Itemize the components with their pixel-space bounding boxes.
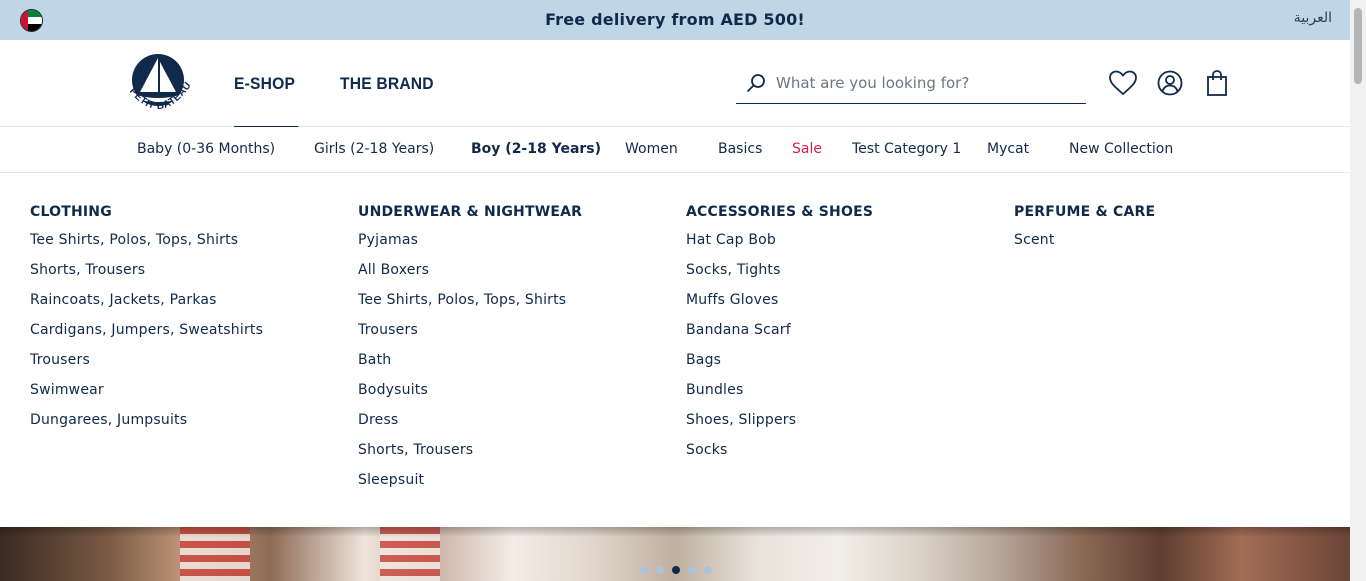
menu-link[interactable]: Dungarees, Jumpsuits	[30, 412, 263, 442]
menu-link[interactable]: Sleepsuit	[358, 472, 582, 502]
header-icons	[1106, 66, 1247, 100]
top-nav-the-brand[interactable]: THE BRAND	[340, 40, 434, 127]
category-test-category-1[interactable]: Test Category 1	[852, 141, 961, 157]
menu-link[interactable]: Socks, Tights	[686, 262, 873, 292]
scrollbar-thumb[interactable]	[1354, 8, 1362, 84]
menu-link[interactable]: Tee Shirts, Polos, Tops, Shirts	[30, 232, 263, 262]
menu-link[interactable]: Scent	[1014, 232, 1155, 262]
site-header: PETIT BATEAU E-SHOP THE BRAND	[0, 40, 1350, 128]
category-women[interactable]: Women	[625, 141, 678, 157]
menu-link[interactable]: Dress	[358, 412, 582, 442]
carousel-dot[interactable]	[656, 566, 664, 574]
heart-icon[interactable]	[1106, 66, 1140, 100]
menu-link[interactable]: Raincoats, Jackets, Parkas	[30, 292, 263, 322]
menu-link[interactable]: Swimwear	[30, 382, 263, 412]
petit-bateau-logo[interactable]: PETIT BATEAU	[118, 48, 198, 120]
menu-column-underwear-nightwear: UNDERWEAR & NIGHTWEAR Pyjamas All Boxers…	[358, 204, 582, 502]
menu-link[interactable]: Shorts, Trousers	[358, 442, 582, 472]
menu-column-clothing: CLOTHING Tee Shirts, Polos, Tops, Shirts…	[30, 204, 263, 442]
category-girls[interactable]: Girls (2-18 Years)	[314, 141, 434, 157]
menu-link[interactable]: Shorts, Trousers	[30, 262, 263, 292]
mega-menu: CLOTHING Tee Shirts, Polos, Tops, Shirts…	[0, 173, 1350, 527]
page-scrollbar[interactable]	[1350, 0, 1366, 581]
search-input[interactable]	[776, 73, 1076, 92]
category-boy[interactable]: Boy (2-18 Years)	[471, 141, 601, 157]
search-bar	[736, 62, 1086, 104]
menu-link[interactable]: All Boxers	[358, 262, 582, 292]
menu-link[interactable]: Pyjamas	[358, 232, 582, 262]
menu-link[interactable]: Hat Cap Bob	[686, 232, 873, 262]
menu-link[interactable]: Bodysuits	[358, 382, 582, 412]
menu-column-title[interactable]: ACCESSORIES & SHOES	[686, 204, 873, 221]
menu-link[interactable]: Trousers	[30, 352, 263, 382]
menu-link[interactable]: Bandana Scarf	[686, 322, 873, 352]
category-mycat[interactable]: Mycat	[987, 141, 1029, 157]
menu-link[interactable]: Cardigans, Jumpers, Sweatshirts	[30, 322, 263, 352]
category-sale[interactable]: Sale	[792, 141, 822, 157]
menu-link[interactable]: Bath	[358, 352, 582, 382]
menu-link[interactable]: Shoes, Slippers	[686, 412, 873, 442]
menu-column-title[interactable]: PERFUME & CARE	[1014, 204, 1155, 221]
carousel-dot-active[interactable]	[672, 566, 680, 574]
language-switch-link[interactable]: العربية	[1294, 10, 1332, 26]
menu-link[interactable]: Muffs Gloves	[686, 292, 873, 322]
menu-link[interactable]: Bags	[686, 352, 873, 382]
promo-bar: Free delivery from AED 500! العربية	[0, 0, 1350, 40]
search-icon[interactable]	[742, 69, 770, 97]
carousel-dots	[640, 566, 720, 574]
hero-banner-image[interactable]	[0, 527, 1350, 581]
category-basics[interactable]: Basics	[718, 141, 762, 157]
menu-link[interactable]: Tee Shirts, Polos, Tops, Shirts	[358, 292, 582, 322]
menu-column-accessories-shoes: ACCESSORIES & SHOES Hat Cap Bob Socks, T…	[686, 204, 873, 472]
menu-link[interactable]: Bundles	[686, 382, 873, 412]
category-new-collection[interactable]: New Collection	[1069, 141, 1173, 157]
account-icon[interactable]	[1153, 66, 1187, 100]
carousel-dot[interactable]	[688, 566, 696, 574]
menu-link[interactable]: Trousers	[358, 322, 582, 352]
top-nav-eshop[interactable]: E-SHOP	[234, 40, 300, 128]
top-nav: E-SHOP THE BRAND	[234, 40, 482, 128]
menu-column-title[interactable]: CLOTHING	[30, 204, 263, 221]
carousel-dot[interactable]	[704, 566, 712, 574]
carousel-dot[interactable]	[640, 566, 648, 574]
menu-column-perfume-care: PERFUME & CARE Scent	[1014, 204, 1155, 262]
menu-column-title[interactable]: UNDERWEAR & NIGHTWEAR	[358, 204, 582, 221]
menu-link[interactable]: Socks	[686, 442, 873, 472]
category-nav: Baby (0-36 Months) Girls (2-18 Years) Bo…	[0, 127, 1350, 173]
promo-message: Free delivery from AED 500!	[545, 10, 805, 29]
bag-icon[interactable]	[1200, 66, 1234, 100]
category-baby[interactable]: Baby (0-36 Months)	[137, 141, 275, 157]
